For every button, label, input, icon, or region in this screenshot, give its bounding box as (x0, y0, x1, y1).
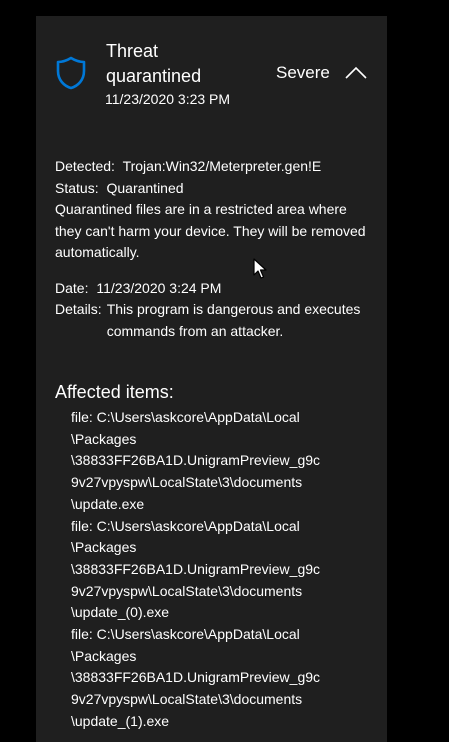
affected-items-title: Affected items: (55, 382, 174, 402)
affected-item-line: \Packages (71, 539, 137, 556)
status-row: Status: Quarantined (55, 178, 375, 200)
details-row: Details: This program is dangerous and e… (55, 299, 375, 342)
affected-item-line: \38833FF26BA1D.UnigramPreview_g9c (71, 452, 321, 469)
chevron-up-icon[interactable] (344, 66, 368, 80)
status-value: Quarantined (106, 179, 184, 196)
affected-item-line: file: C:\Users\askcore\AppData\Local (71, 409, 300, 425)
affected-item-line: 9v27vpyspw\LocalState\3\documents (71, 691, 303, 708)
shield-icon (56, 56, 86, 90)
detected-label: Detected: (55, 158, 115, 174)
threat-timestamp: 11/23/2020 3:23 PM (105, 91, 231, 107)
threat-card: Threat quarantined 11/23/2020 3:23 PM Se… (36, 16, 387, 742)
affected-item-line: \update.exe (71, 495, 145, 512)
status-label: Status: (55, 179, 99, 196)
details-label: Details: (55, 301, 102, 317)
affected-items-list: file: C:\Users\askcore\AppData\Local \Pa… (71, 407, 381, 733)
affected-item-line: file: C:\Users\askcore\AppData\Local (71, 517, 300, 534)
threat-details: Detected: Trojan:Win32/Meterpreter.gen!E… (55, 156, 375, 342)
affected-item-line: file: C:\Users\askcore\AppData\Local (71, 626, 300, 643)
threat-header[interactable]: Threat quarantined 11/23/2020 3:23 PM Se… (36, 16, 387, 126)
affected-item-line: \update_(1).exe (71, 712, 170, 729)
date-row: Date: 11/23/2020 3:24 PM (55, 278, 375, 300)
threat-title: Threat quarantined (106, 41, 202, 86)
affected-item-line: \38833FF26BA1D.UnigramPreview_g9c (71, 669, 321, 686)
affected-item-line: \38833FF26BA1D.UnigramPreview_g9c (71, 560, 321, 577)
affected-item-line: 9v27vpyspw\LocalState\3\documents (71, 582, 303, 599)
quarantine-note: Quarantined files are in a restricted ar… (55, 201, 366, 260)
affected-item-line: \update_(0).exe (71, 604, 170, 621)
date-label: Date: (55, 279, 89, 296)
details-value: This program is dangerous and executes c… (106, 301, 361, 339)
affected-item-line: \Packages (71, 430, 137, 447)
detected-value: Trojan:Win32/Meterpreter.gen!E (122, 158, 322, 174)
detected-row: Detected: Trojan:Win32/Meterpreter.gen!E (55, 156, 375, 178)
severity-label: Severe (276, 63, 330, 82)
mouse-cursor-icon (253, 258, 267, 280)
date-value: 11/23/2020 3:24 PM (96, 279, 222, 296)
affected-item-line: \Packages (71, 647, 137, 664)
affected-item-line: 9v27vpyspw\LocalState\3\documents (71, 474, 303, 491)
